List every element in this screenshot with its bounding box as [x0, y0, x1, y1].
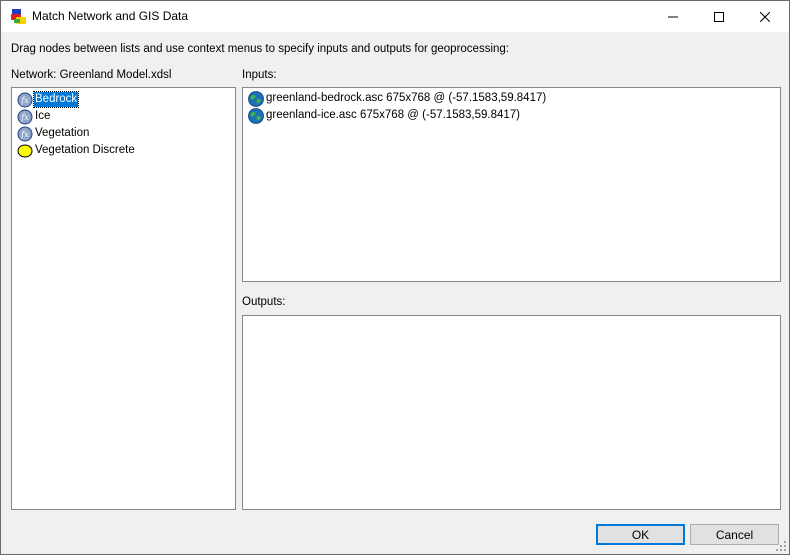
- outputs-list[interactable]: [242, 315, 781, 510]
- chance-node-icon: [17, 144, 33, 157]
- resize-grip-icon[interactable]: [775, 540, 787, 552]
- list-item-vegetation-discrete[interactable]: Vegetation Discrete: [17, 142, 136, 159]
- outputs-label: Outputs:: [242, 296, 286, 308]
- window-title: Match Network and GIS Data: [32, 9, 189, 23]
- inputs-label: Inputs:: [242, 69, 277, 81]
- dialog-window: Match Network and GIS Data Drag nodes be…: [0, 0, 790, 555]
- svg-text:fx: fx: [20, 96, 29, 105]
- input-file-label: greenland-bedrock.asc 675x768 @ (-57.158…: [266, 92, 547, 104]
- node-label: Ice: [35, 110, 51, 122]
- maximize-button[interactable]: [696, 1, 742, 32]
- list-item-input-ice[interactable]: greenland-ice.asc 675x768 @ (-57.1583,59…: [248, 107, 521, 124]
- input-file-label: greenland-ice.asc 675x768 @ (-57.1583,59…: [266, 109, 520, 121]
- maximize-icon: [714, 11, 724, 22]
- globe-icon: [248, 90, 264, 107]
- close-button[interactable]: [742, 1, 788, 32]
- node-label: Bedrock: [32, 91, 80, 108]
- close-icon: [760, 11, 770, 22]
- minimize-button[interactable]: [650, 1, 696, 32]
- list-item-input-bedrock[interactable]: greenland-bedrock.asc 675x768 @ (-57.158…: [248, 90, 547, 107]
- minimize-icon: [668, 16, 678, 17]
- cancel-button[interactable]: Cancel: [690, 524, 779, 545]
- svg-text:fx: fx: [20, 130, 29, 139]
- function-node-icon: fx: [17, 109, 33, 124]
- inputs-list[interactable]: greenland-bedrock.asc 675x768 @ (-57.158…: [242, 87, 781, 282]
- title-bar[interactable]: Match Network and GIS Data: [1, 1, 789, 32]
- network-node-list[interactable]: fx Bedrock fx Ice fx Vegetation Vegetati…: [11, 87, 236, 510]
- node-label: Vegetation: [35, 127, 90, 139]
- node-label: Vegetation Discrete: [35, 144, 135, 156]
- svg-text:fx: fx: [20, 113, 29, 122]
- instruction-text: Drag nodes between lists and use context…: [11, 43, 509, 55]
- list-item-ice[interactable]: fx Ice: [17, 108, 51, 125]
- globe-icon: [248, 107, 264, 124]
- function-node-icon: fx: [17, 92, 33, 107]
- list-item-vegetation[interactable]: fx Vegetation: [17, 125, 90, 142]
- network-label: Network: Greenland Model.xdsl: [11, 69, 172, 81]
- list-item-bedrock[interactable]: fx Bedrock: [17, 91, 80, 108]
- function-node-icon: fx: [17, 126, 33, 141]
- app-icon: [11, 9, 26, 24]
- ok-button[interactable]: OK: [596, 524, 685, 545]
